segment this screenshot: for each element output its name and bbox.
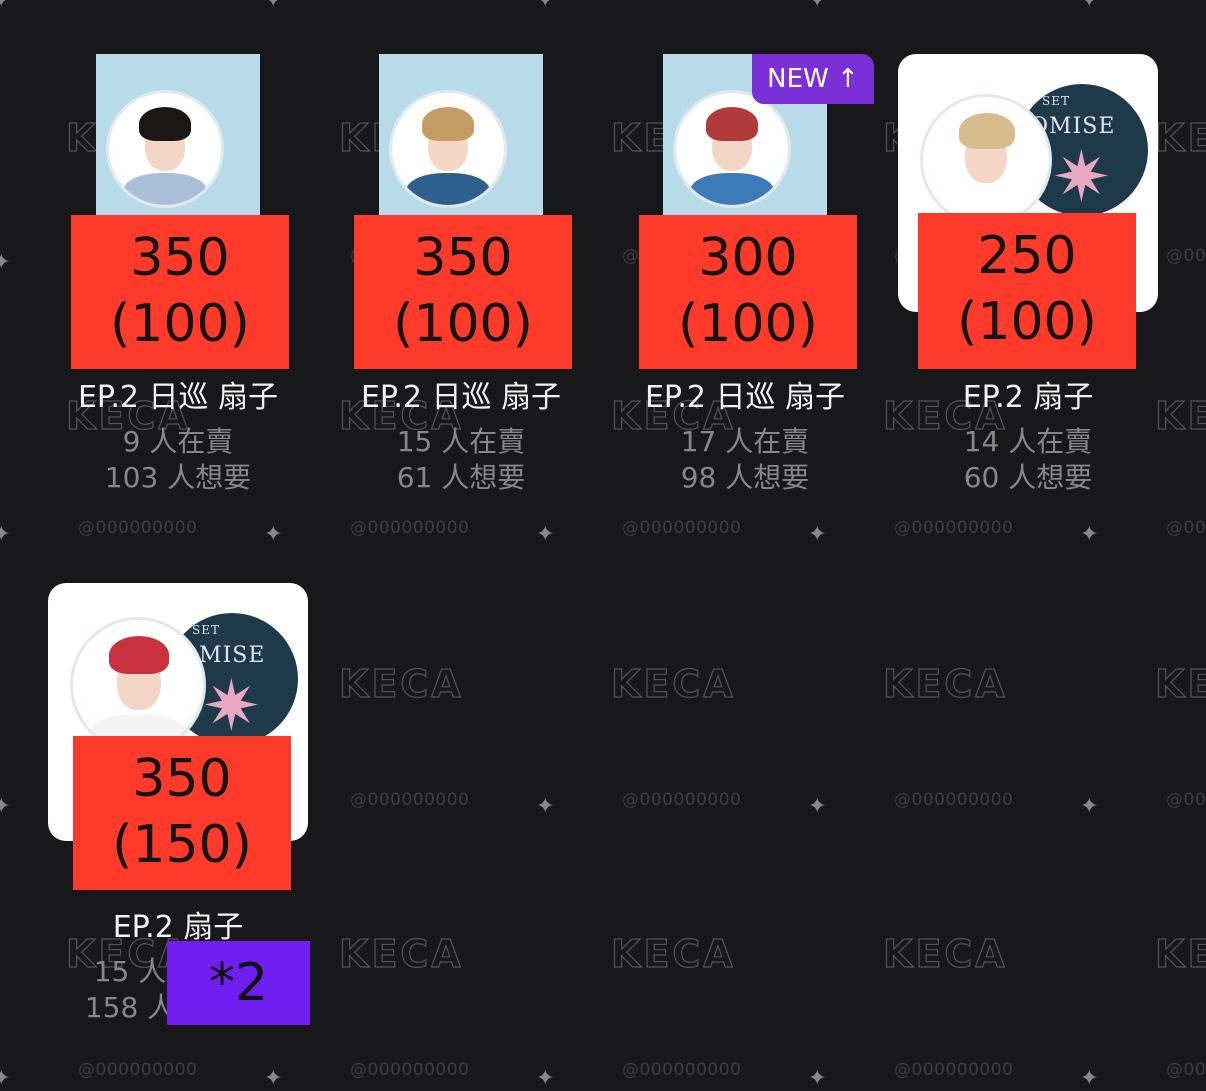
- sparkle-watermark-icon: ✦: [536, 522, 555, 547]
- sellers-count-2: 15 人在賣: [396, 425, 526, 458]
- sparkle-watermark-icon: ✦: [808, 1066, 827, 1091]
- price-value: 350: [132, 749, 232, 809]
- sparkle-watermark-icon: ✦: [1080, 794, 1099, 819]
- quantity-badge: *2: [167, 941, 310, 1025]
- price-limit: (150): [112, 815, 252, 875]
- sparkle-watermark-icon: ✦: [264, 0, 283, 13]
- handle-watermark: @000000000: [622, 518, 742, 538]
- sparkle-watermark-icon: ✦: [0, 0, 11, 13]
- pink-star-icon: ✷: [1052, 136, 1111, 216]
- product-title-2[interactable]: EP.2 日巡 扇子: [311, 372, 611, 416]
- wants-count-1: 103 人想要: [104, 461, 252, 494]
- keca-watermark-logo: KECA: [1154, 931, 1206, 976]
- sparkle-watermark-icon: ✦: [808, 0, 827, 13]
- sparkle-watermark-icon: ✦: [536, 794, 555, 819]
- handle-watermark: @000000000: [1166, 1060, 1206, 1080]
- sparkle-watermark-icon: ✦: [0, 250, 11, 275]
- member-photo-circle: [673, 90, 791, 208]
- price-limit: (100): [957, 292, 1097, 352]
- handle-watermark: @000000000: [78, 1060, 198, 1080]
- price-tag-3: 300 (100): [639, 215, 857, 369]
- price-limit: (100): [110, 294, 250, 354]
- pink-star-icon: ✷: [202, 665, 261, 745]
- disc-set-text: SET: [1042, 94, 1070, 108]
- member-photo-circle: [389, 90, 507, 208]
- sparkle-watermark-icon: ✦: [1080, 522, 1099, 547]
- keca-watermark-logo: KECA: [610, 931, 736, 976]
- handle-watermark: @000000000: [622, 790, 742, 810]
- handle-watermark: @000000000: [622, 1060, 742, 1080]
- keca-watermark-logo: KECA: [610, 661, 736, 706]
- keca-watermark-logo: KECA: [338, 661, 464, 706]
- sparkle-watermark-icon: ✦: [0, 1066, 11, 1091]
- product-title-3[interactable]: EP.2 日巡 扇子: [595, 372, 895, 416]
- handle-watermark: @000000000: [894, 790, 1014, 810]
- sparkle-watermark-icon: ✦: [0, 522, 11, 547]
- sparkle-watermark-icon: ✦: [808, 522, 827, 547]
- keca-watermark-logo: KECA: [1154, 115, 1206, 160]
- price-tag-5: 350 (150): [73, 736, 291, 890]
- handle-watermark: @000000000: [350, 518, 470, 538]
- product-title-1[interactable]: EP.2 日巡 扇子: [28, 372, 328, 416]
- member-photo-circle: [70, 617, 206, 753]
- wants-count-2: 61 人想要: [396, 461, 526, 494]
- price-value: 350: [130, 228, 230, 288]
- keca-watermark-logo: KECA: [882, 931, 1008, 976]
- handle-watermark: @000000000: [894, 518, 1014, 538]
- sparkle-watermark-icon: ✦: [808, 794, 827, 819]
- sparkle-watermark-icon: ✦: [0, 794, 11, 819]
- sparkle-watermark-icon: ✦: [1080, 1066, 1099, 1091]
- sparkle-watermark-icon: ✦: [536, 0, 555, 13]
- disc-set-text: SET: [192, 623, 220, 637]
- price-tag-1: 350 (100): [71, 215, 289, 369]
- price-value: 350: [413, 228, 513, 288]
- keca-watermark-logo: KECA: [338, 931, 464, 976]
- price-limit: (100): [393, 294, 533, 354]
- new-badge: NEW ↑: [752, 54, 874, 104]
- sellers-count-4: 14 人在賣: [963, 425, 1093, 458]
- sparkle-watermark-icon: ✦: [264, 522, 283, 547]
- product-image-2[interactable]: [379, 54, 543, 216]
- sparkle-watermark-icon: ✦: [1080, 0, 1099, 13]
- price-limit: (100): [678, 294, 818, 354]
- member-photo-circle: [106, 90, 224, 208]
- member-photo-circle: [920, 94, 1052, 226]
- handle-watermark: @000000000: [1166, 518, 1206, 538]
- product-title-5[interactable]: EP.2 扇子: [28, 902, 328, 946]
- wants-count-4: 60 人想要: [963, 461, 1093, 494]
- price-tag-2: 350 (100): [354, 215, 572, 369]
- price-tag-4: 250 (100): [918, 213, 1136, 369]
- handle-watermark: @000000000: [1166, 790, 1206, 810]
- product-image-1[interactable]: [96, 54, 260, 216]
- price-value: 250: [977, 226, 1077, 286]
- price-value: 300: [698, 228, 798, 288]
- sparkle-watermark-icon: ✦: [536, 1066, 555, 1091]
- handle-watermark: @000000000: [1166, 246, 1206, 266]
- handle-watermark: @000000000: [350, 790, 470, 810]
- sellers-count-3: 17 人在賣: [680, 425, 810, 458]
- handle-watermark: @000000000: [78, 518, 198, 538]
- sellers-count-1: 9 人在賣: [122, 425, 234, 458]
- handle-watermark: @000000000: [894, 1060, 1014, 1080]
- sparkle-watermark-icon: ✦: [264, 1066, 283, 1091]
- wants-count-3: 98 人想要: [680, 461, 810, 494]
- keca-watermark-logo: KECA: [882, 661, 1008, 706]
- product-title-4[interactable]: EP.2 扇子: [878, 372, 1178, 416]
- keca-watermark-logo: KECA: [1154, 661, 1206, 706]
- handle-watermark: @000000000: [350, 1060, 470, 1080]
- product-grid: KECAKECAKECAKECAKECAKECAKECAKECAKECAKECA…: [0, 0, 1206, 1091]
